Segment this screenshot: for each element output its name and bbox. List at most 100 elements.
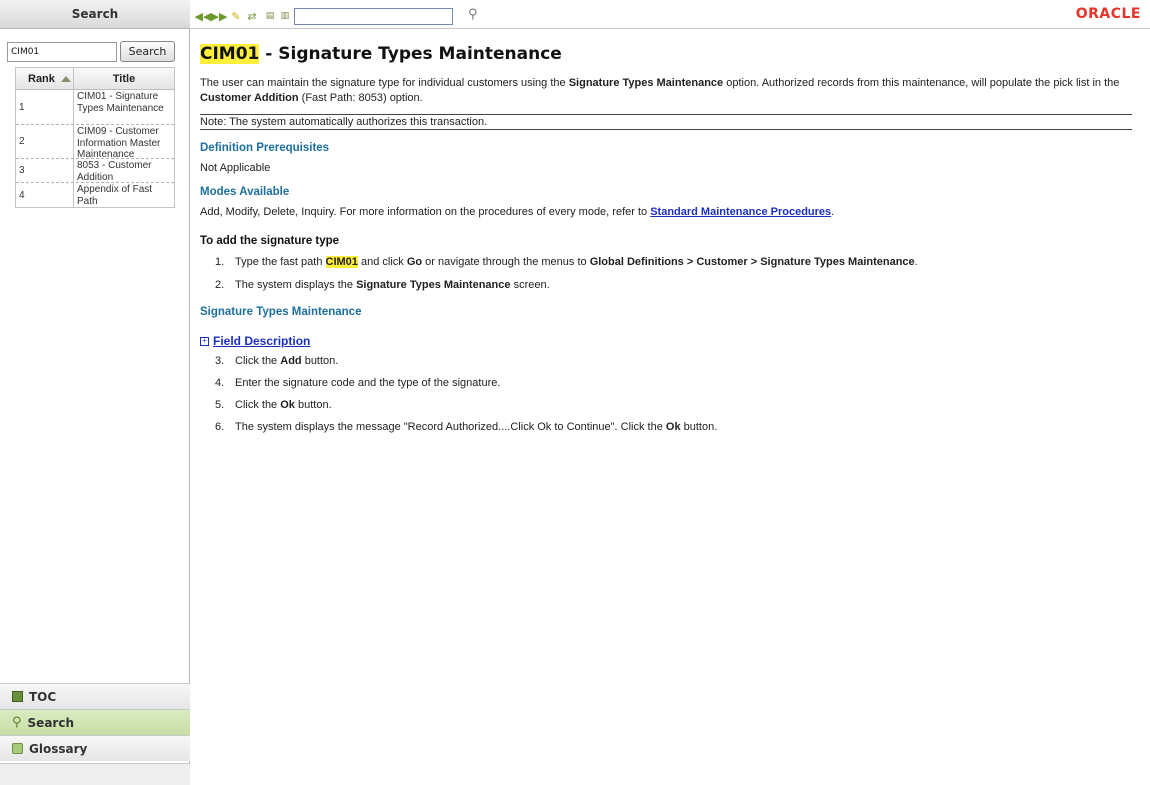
pane-footer bbox=[0, 763, 190, 785]
find-in-page-input[interactable] bbox=[294, 8, 453, 25]
rank-column-header[interactable]: Rank bbox=[16, 68, 74, 89]
list-item: 3. Click the Add button. bbox=[215, 354, 1134, 368]
expand-icon[interactable]: ▤ bbox=[264, 10, 276, 22]
glossary-icon bbox=[12, 743, 23, 754]
result-title-link[interactable]: CIM01 - Signature Types Maintenance bbox=[74, 90, 174, 124]
note-box: Note: The system automatically authorize… bbox=[200, 114, 1132, 130]
expand-plus-icon[interactable]: + bbox=[200, 336, 209, 346]
intro-paragraph: The user can maintain the signature type… bbox=[200, 76, 1134, 106]
section-text: Add, Modify, Delete, Inquiry. For more i… bbox=[200, 206, 1134, 218]
result-rank: 3 bbox=[16, 159, 74, 182]
list-item: 6. The system displays the message "Recor… bbox=[215, 420, 1134, 434]
tab-search[interactable]: ⚲ Search bbox=[0, 709, 190, 735]
modes-description: Add, Modify, Delete, Inquiry. For more i… bbox=[200, 206, 651, 218]
intro-bold: Customer Addition bbox=[200, 92, 299, 104]
field-description-toggle[interactable]: + Field Description bbox=[200, 334, 1134, 348]
search-form: Search bbox=[7, 41, 175, 62]
step-number: 2. bbox=[215, 279, 225, 291]
book-icon bbox=[12, 691, 23, 702]
help-toolbar: ◀◀ ▶▶ ✎ ⇄ ▤ ▥ ⚲ ORACLE bbox=[191, 0, 1150, 29]
pane-title: Search bbox=[0, 0, 190, 29]
intro-text: The user can maintain the signature type… bbox=[200, 77, 569, 89]
step-text: Click the bbox=[235, 355, 281, 367]
result-rank: 1 bbox=[16, 90, 74, 124]
step-number: 4. bbox=[215, 377, 225, 389]
steps-list: 1. Type the fast path CIM01 and click Go … bbox=[215, 255, 1134, 292]
step-text: The system displays the message "Record … bbox=[235, 421, 666, 433]
step-number: 6. bbox=[215, 421, 225, 433]
navigation-tabs: TOC ⚲ Search Glossary bbox=[0, 683, 190, 761]
sort-ascending-icon[interactable] bbox=[61, 76, 71, 82]
step-bold: Signature Types Maintenance bbox=[356, 279, 511, 291]
step-number: 1. bbox=[215, 256, 225, 268]
section-text: Not Applicable bbox=[200, 162, 271, 174]
steps-list: 3. Click the Add button. 4. Enter the sign… bbox=[215, 354, 1134, 434]
menu-path: Global Definitions > Customer > Signatur… bbox=[589, 256, 915, 268]
results-header-row: Rank Title bbox=[16, 68, 174, 90]
step-text: button. bbox=[294, 399, 332, 411]
step-text: or navigate through the menus to bbox=[422, 256, 590, 268]
search-input[interactable] bbox=[7, 42, 117, 62]
tab-glossary[interactable]: Glossary bbox=[0, 735, 190, 761]
highlighted-search-term: CIM01 bbox=[325, 256, 358, 268]
table-row[interactable]: 1 CIM01 - Signature Types Maintenance bbox=[16, 90, 174, 125]
page-title-text: - Signature Types Maintenance bbox=[259, 44, 562, 64]
page-title: CIM01 - Signature Types Maintenance bbox=[200, 42, 1134, 66]
step-text: Type the fast path bbox=[235, 256, 326, 268]
highlight-icon[interactable]: ✎ bbox=[230, 10, 242, 22]
search-results-table: Rank Title 1 CIM01 - Signature Types Mai… bbox=[15, 67, 175, 208]
step-text: and click bbox=[357, 256, 407, 268]
topic-content: CIM01 - Signature Types Maintenance The … bbox=[200, 42, 1134, 442]
find-icon[interactable]: ⚲ bbox=[468, 7, 478, 22]
tab-search-label: Search bbox=[27, 715, 74, 730]
left-navigation-pane: Search Search Rank Title 1 CIM01 - Signa… bbox=[0, 0, 190, 785]
step-text: button. bbox=[301, 355, 339, 367]
step-text: Click the bbox=[235, 399, 281, 411]
search-icon: ⚲ bbox=[12, 715, 22, 730]
search-button[interactable]: Search bbox=[120, 41, 175, 62]
step-text: button. bbox=[680, 421, 718, 433]
step-bold: Go bbox=[406, 256, 423, 268]
intro-text: option. Authorized records from this mai… bbox=[723, 77, 1120, 89]
next-topic-icon[interactable]: ▶▶ bbox=[211, 10, 228, 22]
tab-glossary-label: Glossary bbox=[29, 741, 88, 756]
standard-maintenance-link[interactable]: Standard Maintenance Procedures bbox=[650, 206, 831, 218]
highlighted-search-term: CIM01 bbox=[200, 44, 260, 64]
tab-toc-label: TOC bbox=[29, 689, 57, 704]
step-bold: Ok bbox=[280, 399, 295, 411]
oracle-logo: ORACLE bbox=[1075, 6, 1141, 22]
field-description-link[interactable]: Field Description bbox=[213, 334, 310, 348]
step-text: The system displays the bbox=[235, 279, 357, 291]
period: . bbox=[831, 206, 835, 218]
previous-topic-icon[interactable]: ◀◀ bbox=[195, 10, 212, 22]
list-item: 1. Type the fast path CIM01 and click Go … bbox=[215, 255, 1134, 269]
step-bold: Ok bbox=[665, 421, 681, 433]
intro-bold: Signature Types Maintenance bbox=[568, 77, 724, 89]
step-text: screen. bbox=[510, 279, 550, 291]
table-row[interactable]: 2 CIM09 - Customer Information Master Ma… bbox=[16, 125, 174, 160]
list-item: 4. Enter the signature code and the type … bbox=[215, 376, 1134, 390]
title-column-header[interactable]: Title bbox=[74, 68, 174, 89]
table-row[interactable]: 3 8053 - Customer Addition bbox=[16, 159, 174, 183]
collapse-icon[interactable]: ▥ bbox=[279, 10, 291, 22]
section-heading: Signature Types Maintenance bbox=[200, 306, 362, 318]
rank-header-label: Rank bbox=[28, 73, 55, 85]
procedure-heading: To add the signature type bbox=[200, 235, 340, 247]
section-heading: Definition Prerequisites bbox=[200, 142, 330, 154]
result-title-link[interactable]: 8053 - Customer Addition bbox=[74, 159, 174, 183]
step-number: 5. bbox=[215, 399, 225, 411]
section-heading: Modes Available bbox=[200, 186, 290, 198]
result-title-link[interactable]: CIM09 - Customer Information Master Main… bbox=[74, 125, 174, 160]
sync-toc-icon[interactable]: ⇄ bbox=[246, 10, 258, 22]
result-rank: 2 bbox=[16, 125, 74, 158]
table-row[interactable]: 4 Appendix of Fast Path bbox=[16, 183, 174, 207]
step-bold: Add bbox=[280, 355, 302, 367]
list-item: 2. The system displays the Signature Type… bbox=[215, 278, 1134, 292]
result-title-link[interactable]: Appendix of Fast Path bbox=[74, 183, 174, 207]
intro-text: (Fast Path: 8053) option. bbox=[298, 92, 423, 104]
list-item: 5. Click the Ok button. bbox=[215, 398, 1134, 412]
step-text: Enter the signature code and the type of… bbox=[235, 377, 501, 389]
result-rank: 4 bbox=[16, 183, 74, 207]
tab-toc[interactable]: TOC bbox=[0, 683, 190, 709]
step-text: . bbox=[914, 256, 918, 268]
